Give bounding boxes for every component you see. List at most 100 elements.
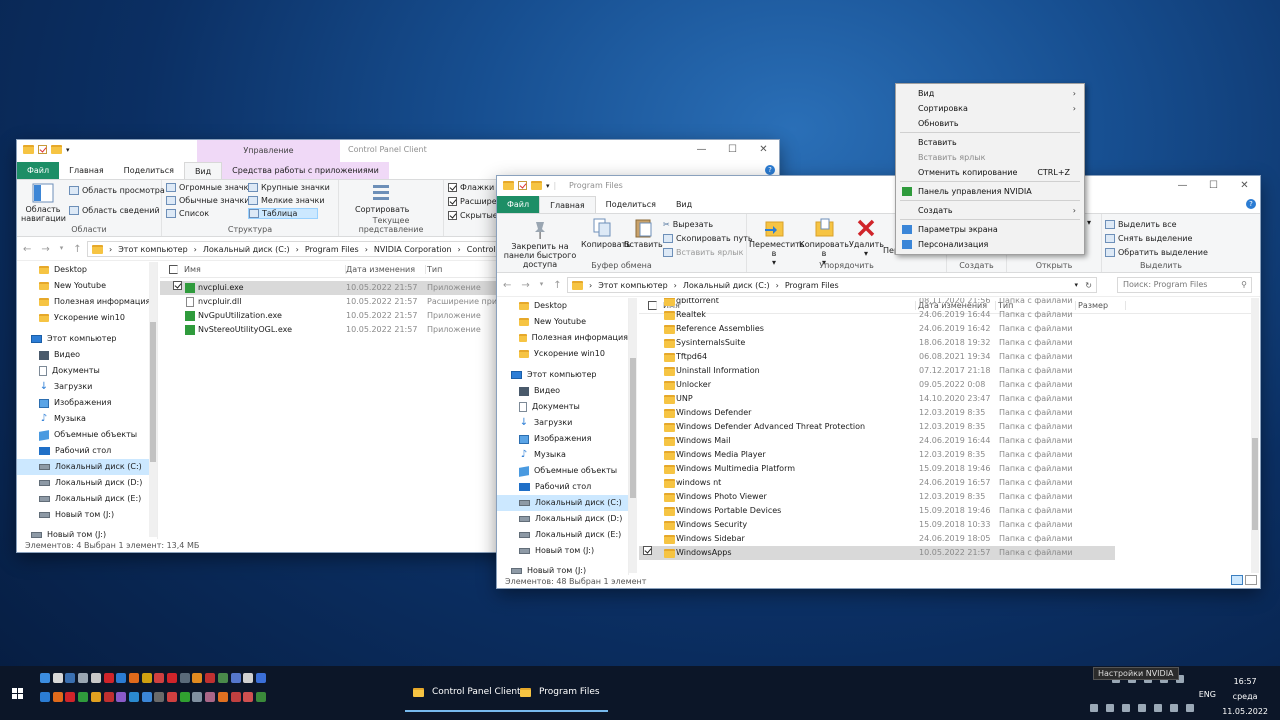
pinned-app-icon[interactable] [230,692,241,702]
column-type[interactable]: Тип [427,265,507,274]
pinned-app-icon[interactable] [78,673,89,683]
file-row[interactable]: NvStereoUtilityOGL.exe 10.05.2022 21:57 Пр… [160,323,496,337]
pinned-app-icon[interactable] [128,673,139,683]
nav-item-speedup[interactable]: Ускорение win10 [31,310,157,326]
nav-item-drive-d[interactable]: Локальный диск (D:) [511,511,628,527]
pinned-app-icon[interactable] [217,673,228,683]
pinned-app-icon[interactable] [230,673,241,683]
nav-item-music[interactable]: ♪ Музыка [31,411,157,427]
copy-path-button[interactable]: Скопировать путь [663,234,753,243]
tray-icon[interactable] [1186,704,1194,712]
nav-item-pictures[interactable]: Изображения [511,431,628,447]
pinned-app-icon[interactable] [52,673,63,683]
menu-item-sort[interactable]: Сортировка › [896,101,1084,116]
pinned-app-icon[interactable] [167,692,177,702]
nav-scrollbar[interactable] [629,298,637,573]
nav-item-new-youtube[interactable]: New Youtube [511,314,628,330]
pinned-app-icon[interactable] [65,692,76,702]
pinned-app-icon[interactable] [141,692,152,702]
nav-item-downloads[interactable]: ↓ Загрузки [511,415,628,431]
pinned-app-icon[interactable] [243,673,254,683]
folder-row[interactable]: Windows Sidebar 24.06.2019 18:05 Папка с ф… [639,532,1115,546]
nav-item-music[interactable]: ♪ Музыка [511,447,628,463]
menu-item-paste-shortcut[interactable]: Вставить ярлык [896,150,1084,165]
nav-item-3d-objects[interactable]: Объемные объекты [511,463,628,479]
open-dropdown-icon[interactable]: ▾ [1087,218,1091,227]
layout-details[interactable]: Таблица [248,208,319,219]
close-button[interactable]: ✕ [748,140,779,160]
list-scrollbar[interactable] [1251,298,1259,573]
up-icon[interactable]: ↑ [553,280,561,291]
checkbox-icon[interactable] [448,183,457,192]
pinned-app-icon[interactable] [217,692,228,702]
back-icon[interactable]: ← [503,280,511,291]
nav-item-desktop[interactable]: Desktop [511,298,628,314]
folder-row[interactable]: Windows Portable Devices 15.09.2018 19:46… [639,504,1115,518]
nav-pane-button[interactable]: Область навигации [21,183,66,223]
minimize-button[interactable]: — [686,140,717,160]
pinned-app-icon[interactable] [90,692,101,702]
pinned-app-icon[interactable] [65,673,76,683]
folder-row[interactable]: Windows Mail 24.06.2019 16:44 Папка с файл… [639,434,1115,448]
nav-item-drive-j[interactable]: Новый том (J:) [31,507,157,523]
nav-item-drive-j-2[interactable]: Новый том (J:) [31,527,157,539]
tab-view[interactable]: Вид [183,162,223,179]
breadcrumb-drive-c[interactable]: Локальный диск (C:) [203,245,290,254]
folder-row[interactable]: Windows Media Player 12.03.2019 8:35 Папка… [639,448,1115,462]
pinned-app-icon[interactable] [78,692,89,702]
row-checkbox[interactable] [643,546,652,555]
language-indicator[interactable]: ENG [1199,690,1216,699]
menu-item-display[interactable]: Параметры экрана [896,222,1084,237]
folder-row[interactable]: Tftpd64 06.08.2021 19:34 Папка с файлами [639,350,1115,364]
invert-selection-button[interactable]: Обратить выделение [1105,248,1208,257]
nav-scrollbar[interactable] [149,262,157,537]
folder-row[interactable]: Windows Defender 12.03.2019 8:35 Папка с ф… [639,406,1115,420]
forward-icon[interactable]: → [521,280,529,291]
copy-to-button[interactable]: Копировать в ▾ [799,218,849,267]
tray-icon[interactable] [1106,704,1114,712]
tab-view[interactable]: Вид [666,196,702,213]
copy-button[interactable]: Копировать [581,218,631,249]
menu-item-create[interactable]: Создать › [896,203,1084,218]
tray-icon[interactable] [1122,704,1130,712]
pinned-app-icon[interactable] [179,673,190,683]
recent-icon[interactable]: ▾ [540,280,544,291]
tab-file[interactable]: Файл [497,196,540,213]
nav-item-documents[interactable]: Документы [31,363,157,379]
layout-small[interactable]: Мелкие значки [248,196,325,205]
pinned-app-icon[interactable] [40,692,50,702]
search-input[interactable]: Поиск: Program Files ⚲ [1117,277,1252,293]
file-row[interactable]: nvcpluir.dll 10.05.2022 21:57 Расширение п… [160,295,505,309]
qa-dropdown-icon[interactable]: ▾ [66,146,70,154]
address-dropdown-icon[interactable]: ▾ [1074,281,1078,289]
breadcrumb-program-files[interactable]: Program Files [785,281,839,290]
breadcrumb-drive-c[interactable]: Локальный диск (C:) [683,281,770,290]
layout-list[interactable]: Список [166,209,209,218]
maximize-button[interactable]: ☐ [717,140,748,160]
menu-item-paste[interactable]: Вставить [896,135,1084,150]
pinned-app-icon[interactable] [154,692,165,702]
pinned-app-icon[interactable] [205,673,216,683]
pinned-app-icon[interactable] [192,673,203,683]
pinned-app-icon[interactable] [128,692,139,702]
layout-medium[interactable]: Обычные значки [166,196,249,205]
move-to-button[interactable]: Переместить в ▾ [749,218,805,267]
tab-home[interactable]: Главная [59,162,114,179]
new-folder-icon[interactable] [531,181,542,190]
folder-row[interactable]: Windows Photo Viewer 12.03.2019 8:35 Папка… [639,490,1115,504]
checkbox-icon[interactable] [448,211,457,220]
close-button[interactable]: ✕ [1229,176,1260,196]
nav-item-drive-c[interactable]: Локальный диск (C:) [497,495,628,511]
nav-item-drive-e[interactable]: Локальный диск (E:) [31,491,157,507]
tab-file[interactable]: Файл [17,162,60,179]
nav-item-documents[interactable]: Документы [511,399,628,415]
row-checkbox[interactable] [173,281,182,290]
pinned-app-icon[interactable] [179,692,190,702]
nav-item-this-pc[interactable]: Этот компьютер [511,367,628,383]
breadcrumb-this-pc[interactable]: Этот компьютер [118,245,187,254]
folder-row[interactable]: qbittorrent 08.11.2020 21:56 Папка с файла… [639,298,1115,308]
folder-row[interactable]: WindowsApps 10.05.2022 21:57 Папка с файла… [639,546,1115,560]
nav-item-drive-c[interactable]: Локальный диск (C:) [17,459,157,475]
folder-row[interactable]: Unlocker 09.05.2022 0:08 Папка с файлами [639,378,1115,392]
clock[interactable]: 16:57 среда 11.05.2022 [1222,674,1268,719]
